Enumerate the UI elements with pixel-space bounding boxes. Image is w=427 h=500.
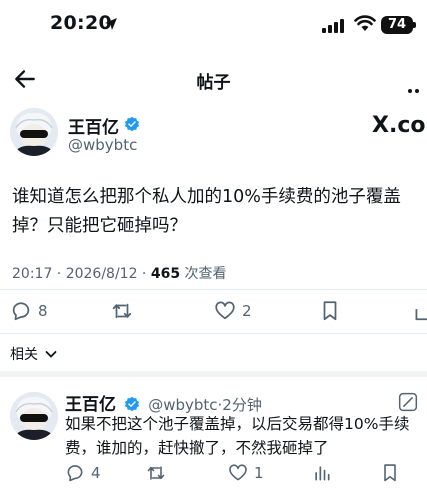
wifi-icon — [354, 15, 376, 31]
post-meta: 20:17 · 2026/8/12 · 465 次查看 — [12, 263, 227, 283]
author-handle[interactable]: @wbybtc — [68, 136, 137, 154]
share-icon — [415, 309, 427, 321]
post-timestamp: 20:17 · 2026/8/12 · — [12, 266, 151, 282]
views-bars-icon — [315, 466, 330, 481]
battery-indicator: 74 — [381, 16, 413, 34]
reply-bookmark-button[interactable] — [381, 463, 399, 483]
like-button[interactable]: 2 — [214, 300, 252, 322]
avatar-image — [10, 108, 58, 156]
views-count: 465 — [150, 266, 181, 282]
section-divider — [0, 371, 427, 377]
reply-reply-button[interactable]: 4 — [65, 463, 101, 483]
divider — [0, 333, 427, 334]
post-text: 谁知道怎么把那个私人加的10%手续费的池子覆盖掉？只能把它砸掉吗？ — [12, 187, 401, 236]
bookmark-button[interactable] — [320, 300, 340, 322]
bookmark-icon — [384, 464, 396, 482]
reply-repost-button[interactable] — [145, 463, 167, 483]
avatar[interactable] — [10, 108, 58, 156]
cellular-signal-icon — [322, 19, 344, 33]
bookmark-icon — [323, 301, 337, 321]
reply-text: 如果不把这个池子覆盖掉，以后交易都得10%手续费，谁加的，赶快撤了，不然我砸掉了 — [65, 415, 410, 457]
related-label: 相关 — [10, 347, 38, 363]
repost-button[interactable] — [110, 300, 134, 322]
reply-like-button[interactable]: 1 — [228, 463, 264, 483]
grok-icon[interactable] — [398, 392, 418, 412]
heart-icon — [215, 301, 235, 320]
like-count: 2 — [242, 302, 252, 320]
reply-reply-count: 4 — [91, 464, 101, 482]
share-button[interactable] — [414, 300, 427, 326]
x-logo[interactable]: X.con — [372, 113, 427, 138]
more-options-icon[interactable] — [408, 78, 422, 97]
avatar-image — [10, 392, 58, 440]
reply-button[interactable]: 8 — [10, 300, 48, 322]
reply-icon — [12, 302, 30, 321]
divider — [0, 289, 427, 290]
reply-icon — [67, 465, 83, 482]
verified-badge-icon — [124, 116, 140, 132]
repost-icon — [112, 303, 132, 319]
repost-icon — [147, 466, 165, 480]
verified-badge-icon — [125, 396, 140, 412]
author-name[interactable]: 王百亿 — [68, 113, 119, 138]
status-time: 20:20 — [50, 12, 112, 34]
reply-views-button[interactable] — [312, 463, 332, 483]
related-section-toggle[interactable]: 相关 — [10, 344, 57, 364]
reply-like-count: 1 — [254, 464, 264, 482]
chevron-down-icon — [46, 351, 57, 358]
heart-icon — [229, 464, 247, 481]
location-arrow-icon — [105, 18, 117, 30]
views-label: 次查看 — [180, 266, 227, 282]
battery-tip — [413, 22, 416, 28]
reply-count: 8 — [38, 302, 48, 320]
page-title: 帖子 — [196, 73, 231, 93]
reply-avatar[interactable] — [10, 392, 58, 440]
